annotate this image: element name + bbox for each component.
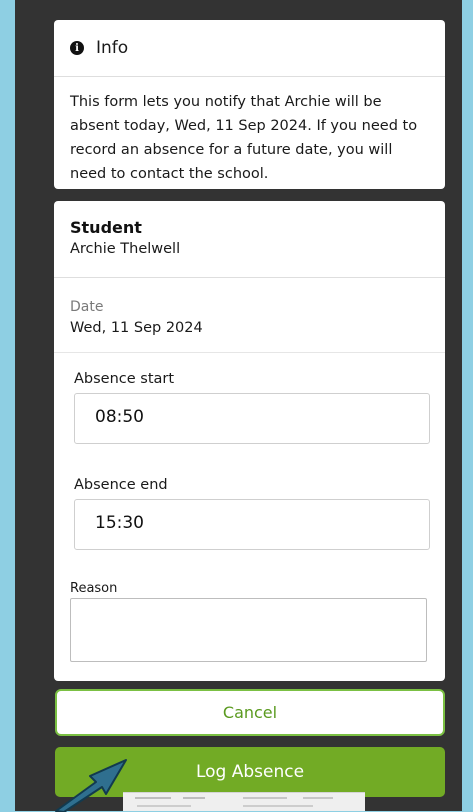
info-panel: i Info This form lets you notify that Ar… [54,20,445,189]
info-panel-header: i Info [54,20,445,77]
absence-start-input[interactable]: 08:50 [74,393,430,444]
student-section: Student Archie Thelwell [54,201,445,278]
absence-end-label: Absence end [74,477,168,493]
student-label: Student [70,218,142,237]
cancel-button[interactable]: Cancel [55,689,445,736]
reason-label: Reason [70,581,118,596]
info-title: Info [96,38,129,58]
student-name: Archie Thelwell [70,241,181,257]
info-icon: i [70,41,84,55]
absence-start-label: Absence start [74,371,175,387]
info-message: This form lets you notify that Archie wi… [70,94,418,182]
absence-end-input[interactable]: 15:30 [74,499,430,550]
reason-input[interactable] [70,598,427,662]
arrow-pointer-icon [55,759,127,812]
preview-thumbnail [123,792,365,811]
date-label: Date [70,299,104,315]
date-value: Wed, 11 Sep 2024 [70,320,203,336]
absence-form: Student Archie Thelwell Date Wed, 11 Sep… [54,201,445,681]
date-section: Date Wed, 11 Sep 2024 [54,278,445,353]
